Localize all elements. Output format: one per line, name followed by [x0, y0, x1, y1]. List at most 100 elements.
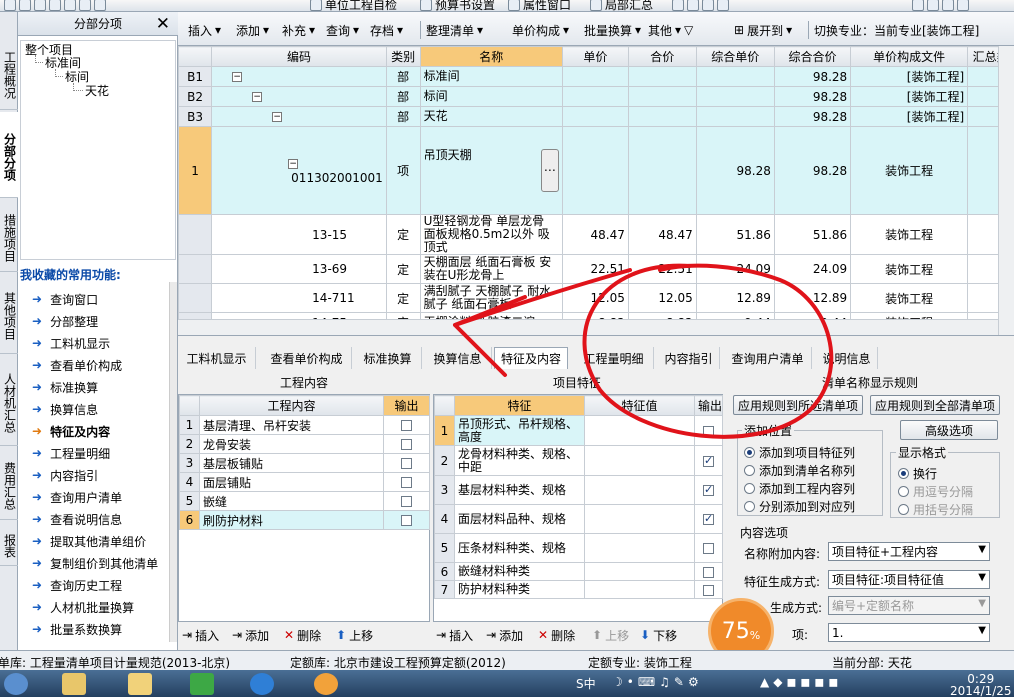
- feature-value[interactable]: [584, 445, 695, 476]
- bottom-tab[interactable]: 换算信息: [424, 347, 492, 369]
- work-content-row[interactable]: 1 基层清理、吊杆安装: [179, 415, 430, 435]
- cell-type[interactable]: 定: [385, 283, 421, 313]
- cell-composite-price[interactable]: 12.89: [695, 283, 775, 313]
- vtab-project-overview[interactable]: 工程概况: [0, 36, 18, 110]
- feature-row[interactable]: 7 防护材料种类: [434, 580, 723, 599]
- row-header[interactable]: B1: [178, 66, 213, 87]
- radio-bracket[interactable]: 用括号分隔: [898, 501, 973, 518]
- work-content-row[interactable]: 5 嵌缝: [179, 491, 430, 511]
- work-content-text[interactable]: 刷防护材料: [199, 510, 384, 530]
- cut-icon[interactable]: [49, 0, 61, 11]
- other-menu[interactable]: 其他 ▾: [648, 22, 681, 38]
- batch-convert-menu[interactable]: 批量换算 ▾: [584, 22, 641, 38]
- output-cell[interactable]: [694, 533, 723, 563]
- cell-total[interactable]: 22.51: [627, 254, 697, 284]
- output-checkbox[interactable]: [703, 425, 714, 437]
- cell-composite-price[interactable]: [695, 106, 775, 127]
- bottom-tab[interactable]: 工料机显示: [178, 347, 256, 369]
- grid-row[interactable]: B2 − 部标间 98.28 [装饰工程]: [178, 86, 1014, 107]
- bottom-tab[interactable]: 标准换算: [354, 347, 422, 369]
- feature-text[interactable]: 龙骨材料种类、规格、中距: [454, 445, 585, 476]
- cell-price-file[interactable]: 装饰工程: [850, 283, 969, 313]
- cell-price-file[interactable]: [装饰工程]: [850, 106, 969, 127]
- ellipsis-button[interactable]: ⋯: [540, 149, 559, 192]
- favorite-item[interactable]: ➜ 查询用户清单: [32, 486, 122, 508]
- work-content-row[interactable]: 3 基层板铺贴: [179, 453, 430, 473]
- cell-composite-price[interactable]: 51.86: [695, 214, 775, 255]
- radio-comma[interactable]: 用逗号分隔: [898, 483, 973, 500]
- feature-value[interactable]: [584, 580, 695, 599]
- cell-price[interactable]: [561, 126, 629, 215]
- feature-gen-combo[interactable]: 项目特征:项目特征值 ▼: [828, 570, 990, 589]
- cell-name[interactable]: 满刮腻子 天棚腻子 耐水腻子 纸面石膏板: [419, 283, 563, 313]
- radio-newline[interactable]: 换行: [898, 465, 937, 482]
- row-header[interactable]: [178, 283, 213, 313]
- cell-price-file[interactable]: [装饰工程]: [850, 86, 969, 107]
- apply-selected-button[interactable]: 应用规则到所选清单项: [733, 395, 863, 415]
- self-check-button[interactable]: 单位工程自检: [310, 0, 397, 11]
- cell-composite-total[interactable]: 98.28: [773, 86, 852, 107]
- cell-name[interactable]: 天花: [419, 106, 563, 127]
- radio-add-to-feature[interactable]: 添加到项目特征列: [744, 444, 855, 461]
- wc-insert-button[interactable]: ⇥ 插入: [182, 625, 219, 645]
- ime-indicator[interactable]: S中: [576, 675, 596, 692]
- query-menu[interactable]: 查询 ▾: [326, 22, 359, 38]
- favorite-item[interactable]: ➜ 查看单价构成: [32, 354, 122, 376]
- new-file-icon[interactable]: [4, 0, 16, 11]
- organize-list-menu[interactable]: 整理清单 ▾: [426, 22, 483, 38]
- cell-price[interactable]: 12.05: [561, 283, 629, 313]
- delete-icon[interactable]: [94, 0, 106, 11]
- cell-composite-price[interactable]: 24.09: [695, 254, 775, 284]
- feat-move-up-button[interactable]: ⬆ 上移: [592, 625, 629, 645]
- row-header[interactable]: [178, 214, 213, 255]
- feature-value[interactable]: [584, 415, 695, 446]
- bottom-tab[interactable]: 特征及内容: [494, 347, 568, 369]
- wc-add-button[interactable]: ⇥ 添加: [232, 625, 269, 645]
- system-tray-icons[interactable]: ▲◆◼◼◼◼: [760, 675, 842, 689]
- notes-app-icon[interactable]: [128, 673, 152, 695]
- right-toolbar-icons[interactable]: [912, 0, 969, 11]
- cell-type[interactable]: 定: [385, 214, 421, 255]
- cell-composite-total[interactable]: 98.28: [773, 106, 852, 127]
- expand-to-menu[interactable]: ⊞ 展开到 ▾: [734, 22, 792, 38]
- cell-price-file[interactable]: 装饰工程: [850, 254, 969, 284]
- favorite-item[interactable]: ➜ 工料机显示: [32, 332, 110, 354]
- cell-price[interactable]: 48.47: [561, 214, 629, 255]
- cell-composite-total[interactable]: 51.86: [773, 214, 852, 255]
- apply-all-button[interactable]: 应用规则到全部清单项: [870, 395, 1000, 415]
- row-header[interactable]: 1: [178, 126, 213, 215]
- feat-move-down-button[interactable]: ⬇ 下移: [640, 625, 677, 645]
- col-header-work-content[interactable]: 工程内容: [199, 395, 384, 416]
- cell-total[interactable]: 12.05: [627, 283, 697, 313]
- grid-row[interactable]: 13-69 定天棚面层 纸面石膏板 安装在U形龙骨上 22.51 22.51 24.09…: [178, 254, 1014, 284]
- add-menu[interactable]: 添加 ▾: [236, 22, 269, 38]
- toolbar-icon-d[interactable]: [957, 0, 969, 11]
- next-icon[interactable]: [702, 0, 714, 11]
- vtab-sub-items[interactable]: 分部分项: [0, 112, 18, 198]
- output-checkbox[interactable]: [703, 584, 714, 596]
- work-content-text[interactable]: 基层清理、吊杆安装: [199, 415, 384, 435]
- feat-delete-button[interactable]: ✕ 删除: [538, 625, 575, 645]
- feat-insert-button[interactable]: ⇥ 插入: [436, 625, 473, 645]
- last-icon[interactable]: [717, 0, 729, 11]
- explorer-icon[interactable]: [62, 673, 86, 695]
- bottom-tab[interactable]: 内容指引: [658, 347, 720, 369]
- paste-icon[interactable]: [79, 0, 91, 11]
- output-cell[interactable]: [694, 580, 723, 599]
- cell-composite-total[interactable]: 98.28: [773, 66, 852, 87]
- cell-name[interactable]: 标准间: [419, 66, 563, 87]
- favorite-item[interactable]: ➜ 分部整理: [32, 310, 98, 332]
- work-content-text[interactable]: 龙骨安装: [199, 434, 384, 454]
- work-content-text[interactable]: 基层板铺贴: [199, 453, 384, 473]
- radio-add-to-name[interactable]: 添加到清单名称列: [744, 462, 855, 479]
- output-cell[interactable]: [694, 445, 723, 476]
- browser-icon[interactable]: [250, 673, 274, 695]
- bottom-tab[interactable]: 说明信息: [816, 347, 878, 369]
- sub-gen-combo[interactable]: 编号+定额名称 ▼: [828, 596, 990, 615]
- feature-text[interactable]: 压条材料种类、规格: [454, 533, 585, 563]
- output-cell[interactable]: [383, 491, 430, 511]
- name-append-combo[interactable]: 项目特征+工程内容 ▼: [828, 542, 990, 561]
- cell-type[interactable]: 部: [385, 86, 421, 107]
- feature-text[interactable]: 防护材料种类: [454, 580, 585, 599]
- grid-row[interactable]: 13-15 定 U型轻钢龙骨 单层龙骨 面板规格0.5m2以外 吸顶式 48.47 48…: [178, 214, 1014, 255]
